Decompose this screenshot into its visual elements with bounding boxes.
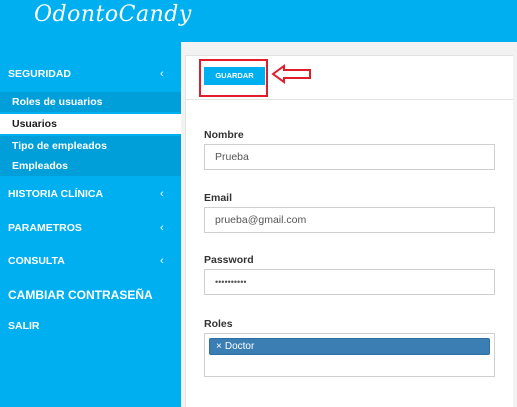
sidebar-item-consulta[interactable]: CONSULTA ‹	[0, 255, 181, 267]
sidebar-subitem-roles-de-usuarios[interactable]: Roles de usuarios	[0, 92, 181, 112]
name-field[interactable]: Prueba	[204, 144, 495, 170]
sidebar-item-parametros[interactable]: PARAMETROS ‹	[0, 222, 181, 234]
role-tag-label: Doctor	[224, 341, 255, 352]
sidebar-item-label: PARAMETROS	[8, 222, 82, 234]
sidebar-item-label: CONSULTA	[8, 255, 65, 267]
sidebar-item-label: SALIR	[8, 320, 40, 332]
email-label: Email	[204, 192, 233, 204]
sidebar-subitem-tipo-de-empleados[interactable]: Tipo de empleados	[0, 136, 181, 156]
top-bar: OdontoCandy	[0, 0, 517, 42]
highlight-box	[199, 59, 268, 97]
password-field[interactable]: ••••••••••	[204, 269, 495, 295]
app-logo[interactable]: OdontoCandy	[34, 2, 192, 27]
sidebar-item-salir[interactable]: SALIR	[0, 320, 181, 332]
sidebar-item-label: CAMBIAR CONTRASEÑA	[8, 288, 153, 302]
sidebar: SEGURIDAD ‹ Roles de usuarios Usuarios T…	[0, 42, 181, 407]
sidebar-item-seguridad[interactable]: SEGURIDAD ‹	[0, 68, 181, 80]
sidebar-item-cambiar-contrasena[interactable]: CAMBIAR CONTRASEÑA	[0, 288, 181, 302]
arrow-left-icon	[271, 64, 311, 84]
sidebar-item-label: SEGURIDAD	[8, 68, 72, 80]
chevron-left-icon: ‹	[160, 68, 164, 80]
chevron-left-icon: ‹	[160, 255, 164, 267]
sidebar-item-label: HISTORIA CLÍNICA	[8, 188, 104, 200]
sidebar-subitem-empleados[interactable]: Empleados	[0, 156, 181, 176]
role-tag: × Doctor	[209, 338, 490, 355]
email-field[interactable]: prueba@gmail.com	[204, 207, 495, 233]
sidebar-item-historia-clinica[interactable]: HISTORIA CLÍNICA ‹	[0, 188, 181, 200]
toolbar-divider	[185, 99, 513, 100]
roles-label: Roles	[204, 318, 233, 330]
remove-tag-icon[interactable]: ×	[216, 341, 222, 352]
password-label: Password	[204, 254, 254, 266]
roles-select[interactable]: × Doctor	[204, 333, 495, 377]
chevron-left-icon: ‹	[160, 222, 164, 234]
chevron-left-icon: ‹	[160, 188, 164, 200]
name-label: Nombre	[204, 129, 244, 141]
sidebar-subitem-usuarios[interactable]: Usuarios	[0, 114, 181, 134]
